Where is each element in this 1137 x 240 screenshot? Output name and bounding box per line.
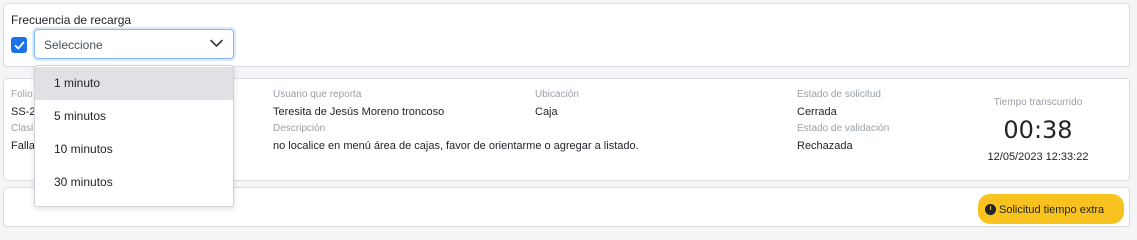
refresh-frequency-select[interactable]: Seleccione (34, 29, 234, 59)
location-label: Ubicación (535, 89, 579, 100)
chevron-down-icon (210, 39, 223, 47)
refresh-frequency-dropdown: 1 minuto 5 minutos 10 minutos 30 minutos (34, 65, 234, 207)
validation-status-value: Rechazada (797, 140, 853, 152)
reporter-label: Usuario que reporta (273, 89, 362, 100)
option-5-minutes[interactable]: 5 minutos (35, 100, 233, 133)
option-10-minutes[interactable]: 10 minutos (35, 133, 233, 166)
request-status-label: Estado de solicitud (797, 89, 881, 100)
folio-label: Folio (11, 89, 33, 100)
classification-value: Falla (11, 140, 35, 152)
validation-status-label: Estado de validación (797, 123, 890, 134)
refresh-frequency-label: Frecuencia de recarga (11, 13, 132, 27)
description-value: no localice en menú área de cajas, favor… (273, 140, 639, 152)
option-30-minutes[interactable]: 30 minutos (35, 166, 233, 199)
reporter-value: Teresita de Jesús Moreno troncoso (273, 106, 445, 118)
extra-time-badge[interactable]: Solicitud tiempo extra (978, 194, 1124, 224)
elapsed-time-value: 00:38 (1003, 116, 1073, 144)
extra-time-badge-label: Solicitud tiempo extra (999, 204, 1105, 216)
request-status-value: Cerrada (797, 106, 837, 118)
folio-value: SS-2 (11, 106, 36, 118)
request-datetime: 12/05/2023 12:33:22 (987, 151, 1089, 163)
option-1-minute[interactable]: 1 minuto (35, 67, 233, 100)
description-label: Descripción (273, 123, 326, 134)
location-value: Caja (535, 106, 558, 118)
check-icon (14, 41, 25, 50)
classification-label: Clasi (11, 123, 34, 134)
elapsed-time-label: Tiempo transcurrido (993, 97, 1083, 108)
refresh-enabled-checkbox[interactable] (11, 37, 27, 53)
clock-icon (985, 204, 996, 215)
select-placeholder: Seleccione (44, 38, 103, 52)
